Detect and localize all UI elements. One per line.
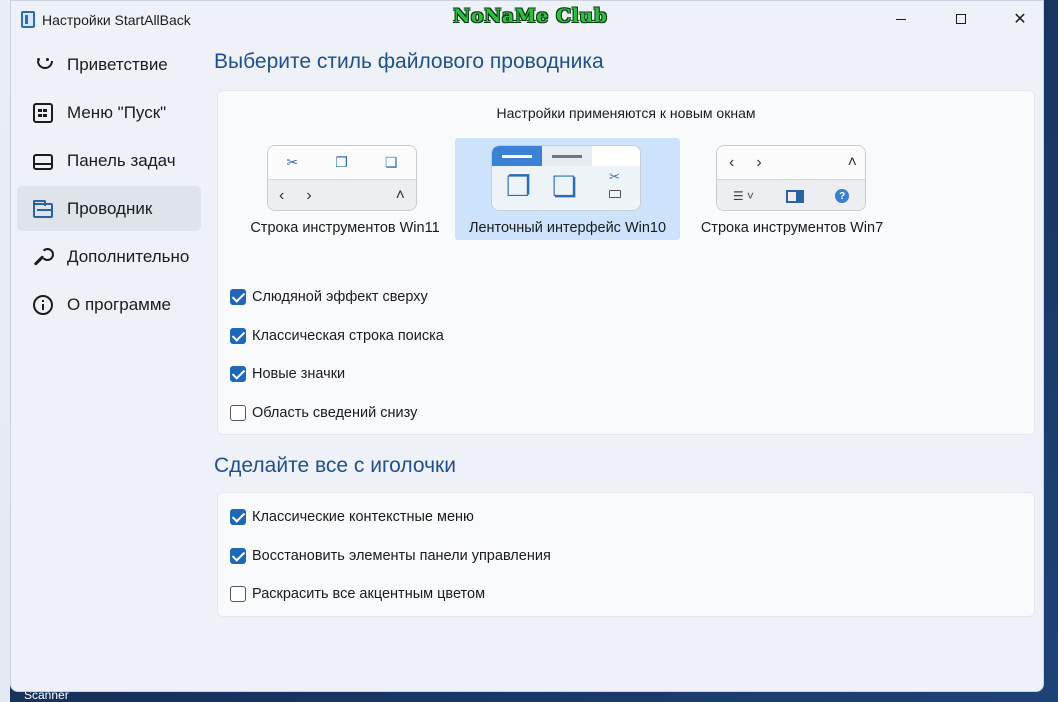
checkbox-label: Классические контекстные меню <box>252 509 474 525</box>
preview-pane-icon <box>785 189 804 203</box>
sidebar-item-taskbar[interactable]: Панель задач <box>17 138 201 183</box>
chevron-up-icon: ˄ <box>847 153 857 171</box>
copy-icon: ❐ <box>506 171 532 202</box>
checkbox-unchecked[interactable] <box>230 586 246 602</box>
paste-icon: ❏ <box>384 154 398 170</box>
minimize-button[interactable] <box>878 1 924 37</box>
style-option-win10-ribbon[interactable]: ❐ ❏ ✂ Ленточный интерфейс Win10 <box>455 138 680 240</box>
taskbar-icon <box>33 153 53 170</box>
chevron-left-icon: ‹ <box>729 153 735 171</box>
win10-ribbon-preview: ❐ ❏ ✂ <box>491 145 641 211</box>
chevron-up-icon: ˄ <box>395 187 405 204</box>
maximize-button[interactable] <box>938 1 984 37</box>
smile-icon <box>33 55 53 75</box>
ribbon-tab <box>542 146 592 166</box>
sidebar-item-advanced[interactable]: Дополнительно <box>17 234 201 279</box>
style-option-label: Строка инструментов Win7 <box>700 220 884 236</box>
checkbox-restore-control-panel[interactable]: Восстановить элементы панели управления <box>230 546 551 566</box>
sidebar-item-label: Панель задач <box>67 150 176 170</box>
style-option-label: Ленточный интерфейс Win10 <box>468 220 667 236</box>
sidebar-item-label: Проводник <box>67 198 153 218</box>
settings-window: Настройки StartAllBack NoNaMe Club ✕ При… <box>10 0 1044 692</box>
sidebar-item-start-menu[interactable]: Меню "Пуск" <box>17 90 201 135</box>
preview-toolbar-row: ☰ ˅ ? <box>717 179 865 210</box>
section-title-polish: Сделайте все с иголочки <box>214 454 456 477</box>
help-icon: ? <box>835 189 850 203</box>
win11-toolbar-preview: ✂ ❐ ❏ ‹ › ˄ <box>267 145 417 211</box>
sidebar-item-label: Меню "Пуск" <box>67 102 167 122</box>
checkbox-accent-color-all[interactable]: Раскрасить все акцентным цветом <box>230 584 485 604</box>
minimize-icon <box>896 18 906 20</box>
checkbox-checked[interactable] <box>230 366 246 382</box>
checkbox-label: Слюдяной эффект сверху <box>252 289 428 305</box>
style-option-win7[interactable]: ‹ › ˄ ☰ ˅ ? Строка инструментов Win7 <box>694 138 890 240</box>
checkbox-checked[interactable] <box>230 328 246 344</box>
checkbox-label: Новые значки <box>252 366 346 382</box>
sidebar-item-about[interactable]: О программе <box>17 282 201 327</box>
sidebar-item-explorer[interactable]: Проводник <box>17 186 201 231</box>
desktop-strip <box>0 0 10 702</box>
cut-icon: ✂ <box>609 169 620 184</box>
preview-nav-row: ‹ › ˄ <box>268 179 416 210</box>
preview-nav-row: ‹ › ˄ <box>717 146 865 179</box>
preview-toolbar-row: ✂ ❐ ❏ <box>268 146 416 179</box>
checkbox-new-icons[interactable]: Новые значки <box>230 364 345 384</box>
maximize-icon <box>956 14 966 24</box>
paste-icon: ❏ <box>552 171 578 202</box>
checkbox-label: Восстановить элементы панели управления <box>252 548 551 564</box>
close-button[interactable]: ✕ <box>997 1 1043 37</box>
watermark-logo: NoNaMe Club <box>453 5 608 27</box>
checkbox-classic-context-menus[interactable]: Классические контекстные меню <box>230 507 474 527</box>
checkbox-details-pane-bottom[interactable]: Область сведений снизу <box>230 403 417 423</box>
checkbox-label: Классическая строка поиска <box>252 328 444 344</box>
tweaks-card: Классические контекстные меню Восстанови… <box>217 492 1035 617</box>
style-option-label: Строка инструментов Win11 <box>250 220 440 236</box>
chevron-left-icon: ‹ <box>279 187 285 204</box>
title-bar[interactable]: Настройки StartAllBack NoNaMe Club ✕ <box>11 1 1043 37</box>
sidebar-item-label: Приветствие <box>67 54 168 74</box>
checkbox-label: Раскрасить все акцентным цветом <box>252 586 486 602</box>
sidebar-item-label: Дополнительно <box>67 246 190 266</box>
checkbox-checked[interactable] <box>230 509 246 525</box>
checkbox-unchecked[interactable] <box>230 405 246 421</box>
section-title-explorer-style: Выберите стиль файлового проводника <box>214 50 604 73</box>
checkbox-checked[interactable] <box>230 289 246 305</box>
checkbox-checked[interactable] <box>230 548 246 564</box>
style-option-win11[interactable]: ✂ ❐ ❏ ‹ › ˄ Строка инструментов Win11 <box>240 138 450 240</box>
win7-toolbar-preview: ‹ › ˄ ☰ ˅ ? <box>716 145 866 211</box>
sidebar-nav: Приветствие Меню "Пуск" Панель задач Про… <box>17 42 201 330</box>
window-title: Настройки StartAllBack <box>42 12 191 28</box>
sidebar-item-welcome[interactable]: Приветствие <box>17 42 201 87</box>
sidebar-item-label: О программе <box>67 294 172 314</box>
ribbon-body: ❐ ❏ ✂ <box>492 166 640 210</box>
folder-icon <box>33 199 53 218</box>
info-icon <box>33 294 53 315</box>
checkbox-mica-top[interactable]: Слюдяной эффект сверху <box>230 287 428 307</box>
app-book-icon <box>21 11 35 28</box>
ribbon-tab <box>592 146 640 166</box>
view-list-icon: ☰ ˅ <box>732 189 754 203</box>
chevron-right-icon: › <box>756 153 762 171</box>
wrench-icon <box>33 247 54 267</box>
ribbon-tabs <box>492 146 640 166</box>
copy-icon: ❐ <box>335 154 348 170</box>
checkbox-label: Область сведений снизу <box>252 405 418 421</box>
cut-icon: ✂ <box>286 154 299 170</box>
ribbon-tab-active <box>492 146 542 166</box>
close-icon: ✕ <box>1013 11 1027 28</box>
start-menu-icon <box>33 102 53 123</box>
explorer-style-card: Настройки применяются к новым окнам ✂ ❐ … <box>217 90 1035 435</box>
settings-note: Настройки применяются к новым окнам <box>496 105 756 121</box>
rename-icon <box>609 190 621 198</box>
chevron-right-icon: › <box>306 187 312 204</box>
checkbox-classic-search[interactable]: Классическая строка поиска <box>230 326 444 346</box>
